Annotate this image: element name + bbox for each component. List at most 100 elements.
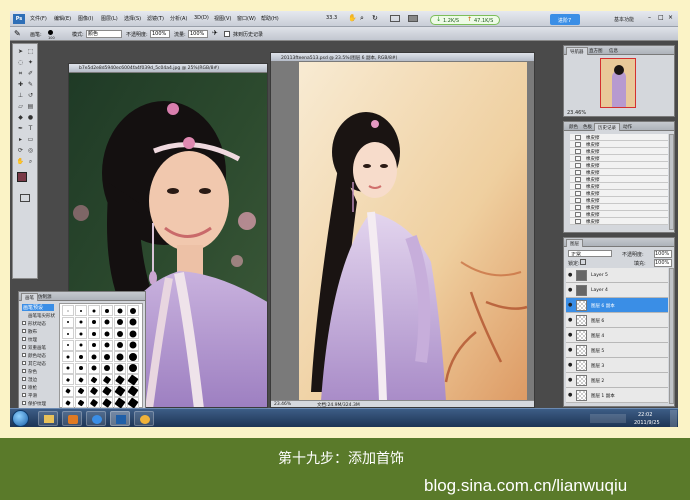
tab-histogram[interactable]: 直方图 [586, 47, 606, 55]
eye-icon[interactable]: ● [568, 317, 574, 323]
eye-icon[interactable]: ● [568, 287, 574, 293]
tab-layers[interactable]: 图层 [566, 239, 583, 247]
pen-tool-icon[interactable]: ✒ [16, 124, 25, 133]
brush-preview-dot[interactable] [48, 30, 53, 35]
document-tab-painting[interactable]: 20113fteena513.psd @ 23.5%(图层 6 副本, RGB/… [271, 53, 534, 62]
eye-icon[interactable]: ● [568, 272, 574, 278]
history-scrollbar[interactable] [669, 134, 674, 230]
layers-scrollbar[interactable] [669, 268, 674, 404]
brush-option[interactable]: 画笔笔尖形状 [22, 312, 55, 319]
menu-image[interactable]: 图像(I) [78, 15, 93, 22]
brush-tip-cell[interactable] [88, 328, 100, 339]
brush-option[interactable]: 形状动态 [22, 320, 54, 327]
brush-tip-cell[interactable] [127, 339, 139, 351]
brush-tip-cell[interactable] [88, 362, 100, 374]
history-item[interactable]: 橡皮擦 [570, 134, 668, 141]
brush-tip-cell[interactable] [88, 339, 100, 351]
blur-tool-icon[interactable]: ◆ [16, 113, 25, 122]
checkbox[interactable] [22, 361, 26, 365]
history-item[interactable]: 橡皮擦 [570, 218, 668, 225]
brush-tip-cell[interactable] [75, 305, 87, 316]
layer-row[interactable]: ● Layer 4 [566, 283, 668, 298]
advance-badge[interactable]: 进阶7 [550, 14, 580, 25]
brush-tip-cell[interactable] [101, 397, 113, 408]
menu-analysis[interactable]: 分析(A) [170, 15, 187, 22]
layer-row[interactable]: ● 图层 6 [566, 313, 668, 328]
menu-3d[interactable]: 3D(D) [194, 15, 209, 21]
hand-tool-icon[interactable]: ✋ [16, 157, 25, 166]
brush-tip-cell[interactable] [101, 328, 113, 339]
checkbox[interactable] [22, 329, 26, 333]
brush-tip-cell[interactable] [88, 397, 100, 408]
brush-tip-cell[interactable] [62, 316, 74, 328]
brush-tip-cell[interactable] [62, 362, 74, 374]
minimize-icon[interactable]: – [648, 14, 651, 21]
layer-row[interactable]: ● Layer 5 [566, 268, 668, 283]
taskbar-explorer-button[interactable] [38, 411, 58, 426]
taskbar-ie-button[interactable] [86, 411, 106, 426]
layer-row[interactable]: ● 图层 5 [566, 343, 668, 358]
brush-tip-cell[interactable] [62, 305, 74, 316]
layer-opacity-field[interactable]: 100% [654, 250, 672, 258]
3d-rotate-icon[interactable]: ⟳ [16, 146, 25, 155]
checkbox[interactable] [22, 401, 26, 405]
menu-layer[interactable]: 图层(L) [101, 15, 118, 22]
foreground-color-swatch[interactable] [17, 172, 27, 182]
start-button[interactable] [12, 410, 29, 427]
brush-tip-cell[interactable] [114, 374, 126, 385]
brush-tip-cell[interactable] [114, 328, 126, 339]
document-tab-photo[interactable]: b7e5d2e8d5940ec6004fa4f039d_5c04a4.jpg @… [69, 64, 267, 73]
tab-clone-source[interactable]: 仿制源 [35, 293, 55, 301]
eye-icon[interactable]: ● [568, 377, 574, 383]
history-item[interactable]: 橡皮擦 [570, 190, 668, 197]
layer-row-selected[interactable]: ● 图层 6 副本 [566, 298, 668, 313]
history-checkbox[interactable] [224, 31, 230, 37]
tab-color[interactable]: 颜色 [566, 123, 581, 131]
mode-select[interactable]: 颜色 [86, 30, 122, 38]
brush-tip-cell[interactable] [101, 362, 113, 374]
brush-tip-cell[interactable] [127, 396, 139, 408]
healing-brush-icon[interactable]: ✚ [16, 80, 25, 89]
brush-tip-cell[interactable] [114, 316, 126, 328]
magic-wand-icon[interactable]: ✦ [26, 58, 35, 67]
brush-tool-icon[interactable]: ✎ [14, 29, 21, 38]
taskbar-qq-button[interactable] [134, 411, 154, 426]
layer-row[interactable]: ● 图层 1 副本 [566, 388, 668, 403]
menu-window[interactable]: 窗口(W) [237, 15, 256, 22]
tray-icons[interactable] [590, 414, 626, 423]
brush-tip-cell[interactable] [75, 339, 87, 351]
menu-file[interactable]: 文件(F) [30, 15, 47, 22]
brush-tip-cell[interactable] [101, 385, 113, 397]
checkbox[interactable] [22, 321, 26, 325]
tab-navigator[interactable]: 导航器 [566, 47, 588, 55]
hand-icon[interactable]: ✋ [348, 14, 357, 22]
arrange-docs-icon[interactable] [390, 15, 400, 22]
eye-icon[interactable]: ● [568, 347, 574, 353]
history-item[interactable]: 橡皮擦 [570, 162, 668, 169]
brush-tip-cell[interactable] [75, 374, 87, 385]
airbrush-icon[interactable]: ✈ [212, 29, 218, 37]
layer-row[interactable]: ● 图层 4 [566, 328, 668, 343]
brush-option[interactable]: 散布 [22, 328, 54, 335]
brush-tip-cell[interactable] [127, 305, 139, 316]
brush-tip-cell[interactable] [75, 397, 87, 408]
eye-icon[interactable]: ● [568, 332, 574, 338]
brush-tip-cell[interactable] [101, 351, 113, 362]
brush-tip-cell[interactable] [101, 374, 113, 385]
eye-icon[interactable]: ● [568, 302, 574, 308]
taskbar-photoshop-button[interactable] [110, 411, 130, 426]
brush-tip-cell[interactable] [127, 362, 139, 374]
brush-tip-cell[interactable] [75, 328, 87, 339]
brush-tip-cell[interactable] [127, 373, 139, 386]
history-item[interactable]: 橡皮擦 [570, 169, 668, 176]
brush-tip-cell[interactable] [114, 396, 126, 408]
brush-tool-icon-box[interactable]: ✎ [26, 80, 35, 89]
brush-tip-cell[interactable] [62, 374, 74, 385]
brush-tip-cell[interactable] [127, 385, 139, 397]
quick-mask-icon[interactable] [20, 194, 30, 202]
blend-mode-select[interactable]: 正常 [568, 250, 612, 257]
brush-option[interactable]: 颜色动态 [22, 352, 54, 359]
show-desktop-button[interactable] [670, 410, 677, 427]
opacity-field[interactable]: 100% [150, 30, 170, 38]
checkbox[interactable] [22, 377, 26, 381]
